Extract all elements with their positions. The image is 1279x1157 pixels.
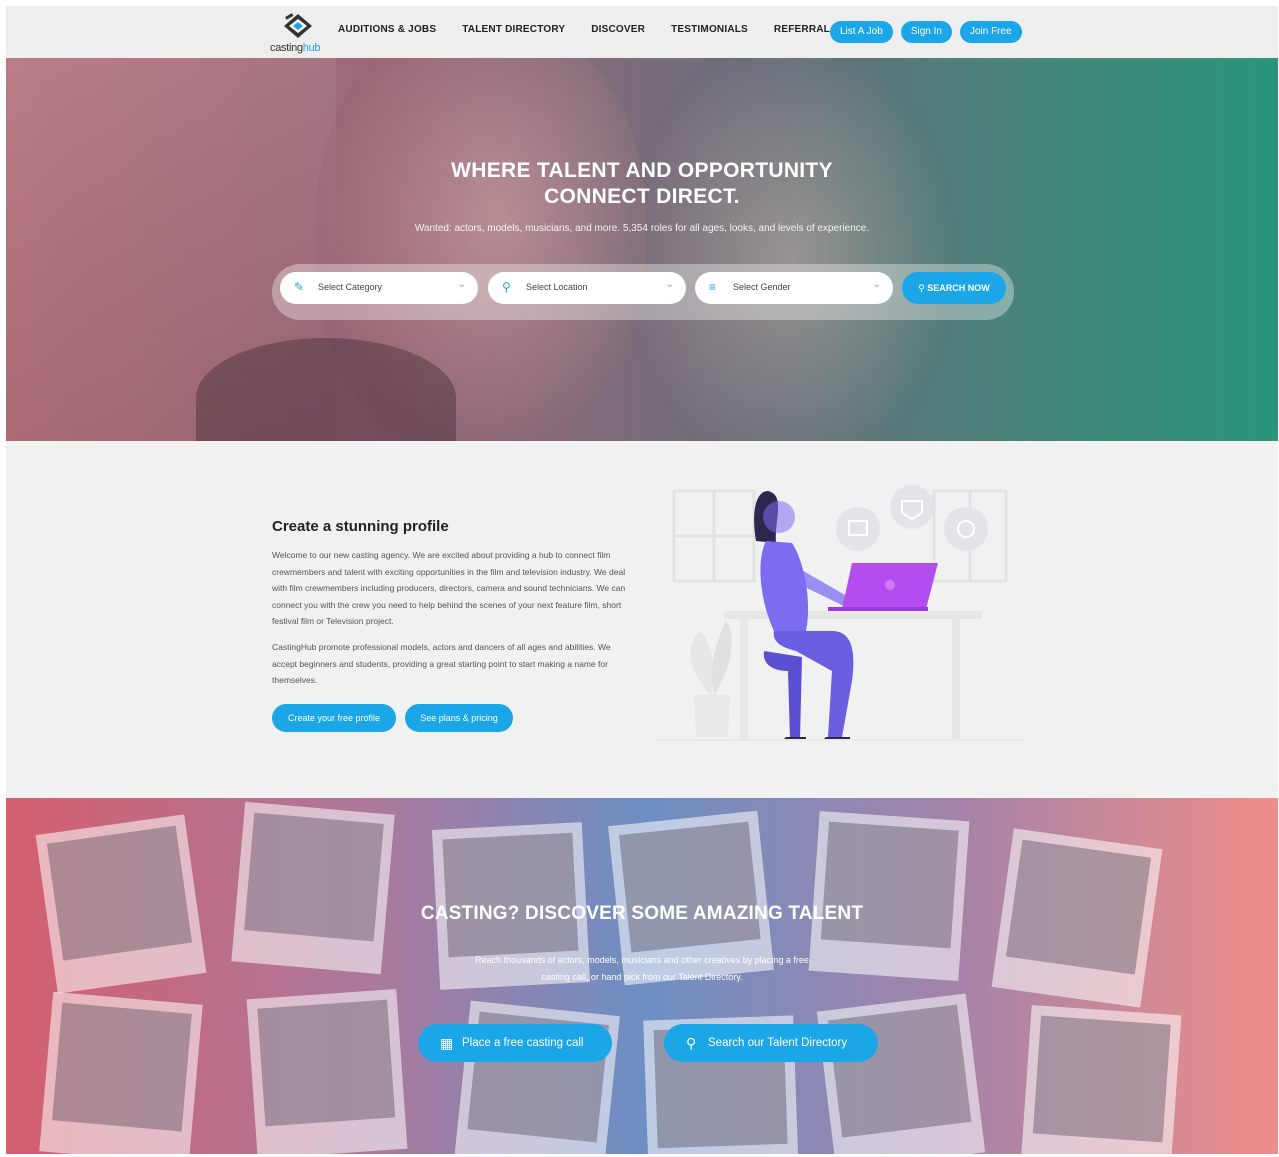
casting-subtitle: Reach thousands of actors, models, music… (475, 955, 809, 982)
join-free-button[interactable]: Join Free (959, 21, 1022, 43)
profile-paragraph-2: CastingHub promote professional models, … (272, 642, 611, 685)
nav-discover[interactable]: DISCOVER (591, 24, 645, 35)
hero-subtitle: Wanted: actors, models, musicians, and m… (414, 223, 870, 234)
profile-section: Create a stunning profile Welcome to our… (6, 441, 1278, 798)
woman-at-laptop-illustration (656, 485, 1026, 741)
calendar-icon: ▦ (440, 1035, 454, 1051)
talent-photo (246, 988, 408, 1154)
search-talent-directory-button[interactable]: ⚲ Search our Talent Directory (664, 1024, 878, 1062)
list-icon: ≡ (709, 280, 717, 294)
search-now-button[interactable]: ⚲ SEARCH NOW (902, 272, 1006, 304)
header-actions: List A Job Sign In Join Free (830, 21, 1030, 43)
location-select[interactable]: ⚲ Select Location ⌄ (488, 272, 686, 304)
talent-photo (231, 801, 395, 975)
nav-testimonials[interactable]: TESTIMONIALS (671, 24, 748, 35)
create-profile-button[interactable]: Create your free profile (272, 704, 396, 732)
category-select[interactable]: ✎ Select Category ⌄ (280, 272, 478, 304)
place-casting-call-button[interactable]: ▦ Place a free casting call (418, 1024, 612, 1062)
search-bar: ✎ Select Category ⌄ ⚲ Select Location ⌄ … (272, 264, 1014, 320)
pencil-icon: ✎ (294, 280, 305, 294)
search-icon: ⚲ (918, 283, 928, 293)
hero-photo-model-right (626, 58, 956, 441)
nav-talent-directory[interactable]: TALENT DIRECTORY (462, 24, 565, 35)
chevron-down-icon: ⌄ (665, 279, 674, 290)
chevron-down-icon: ⌄ (872, 279, 881, 290)
talent-photo (816, 993, 986, 1154)
casting-title: CASTING? DISCOVER SOME AMAZING TALENT (420, 903, 864, 924)
list-job-button[interactable]: List A Job (830, 21, 893, 43)
casting-section: CASTING? DISCOVER SOME AMAZING TALENT Re… (6, 798, 1278, 1154)
sign-in-button[interactable]: Sign In (900, 21, 952, 43)
search-icon: ⚲ (686, 1035, 697, 1051)
hero-banner: WHERE TALENT AND OPPORTUNITY CONNECT DIRE… (6, 58, 1278, 441)
page: castinghub AUDITIONS & JOBS TALENT DIREC… (6, 6, 1278, 1154)
main-nav: AUDITIONS & JOBS TALENT DIRECTORY DISCOV… (338, 24, 856, 35)
location-pin-icon: ⚲ (502, 280, 511, 294)
profile-title: Create a stunning profile (272, 518, 449, 535)
see-plans-button[interactable]: See plans & pricing (405, 704, 513, 732)
gender-select[interactable]: ≡ Select Gender ⌄ (695, 272, 893, 304)
talent-photo (39, 991, 203, 1154)
chevron-down-icon: ⌄ (457, 279, 466, 290)
profile-paragraph-1: Welcome to our new casting agency. We ar… (272, 550, 626, 626)
nav-referral[interactable]: REFERRAL (774, 24, 830, 35)
talent-photo (808, 810, 970, 982)
hero-title: WHERE TALENT AND OPPORTUNITY CONNECT DIRE… (451, 159, 833, 208)
logo[interactable]: castinghub (270, 12, 330, 56)
logo-text: castinghub (270, 42, 321, 54)
logo-mark-icon (284, 13, 312, 38)
talent-photo (1020, 1004, 1182, 1154)
nav-auditions-jobs[interactable]: AUDITIONS & JOBS (338, 24, 436, 35)
top-navbar: castinghub AUDITIONS & JOBS TALENT DIREC… (6, 6, 1278, 58)
